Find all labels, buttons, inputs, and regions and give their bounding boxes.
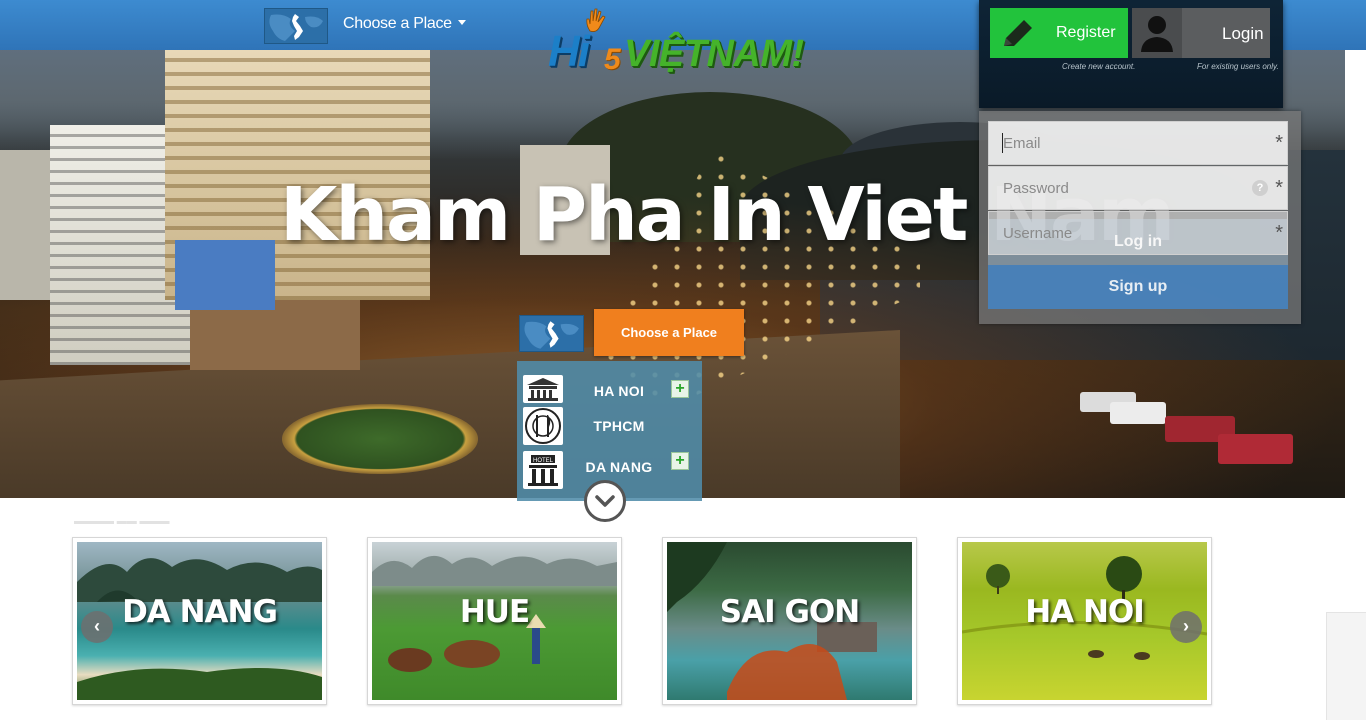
required-mark: * <box>1275 132 1283 154</box>
carousel-next-button[interactable]: › <box>1170 611 1202 643</box>
destination-label: SAI GON <box>719 594 860 630</box>
page-edge <box>1345 50 1366 500</box>
sign-up-button[interactable]: Sign up <box>988 265 1288 309</box>
choose-place-button[interactable]: Choose a Place <box>594 309 744 356</box>
logo-vietnam: VIỆTNAM! <box>624 33 804 75</box>
hero-roundabout <box>282 404 478 474</box>
page: Choose a Place Hi 5 VIỆTNAM! Kham Pha In… <box>0 0 1366 720</box>
account-panel: Register Login Create new account. For e… <box>979 0 1283 108</box>
password-field[interactable]: Password ? * <box>988 166 1288 210</box>
email-field[interactable]: Email * <box>988 121 1288 165</box>
user-silhouette-icon <box>1141 16 1173 52</box>
help-icon[interactable]: ? <box>1252 180 1268 196</box>
hero-billboard <box>175 240 275 310</box>
login-label: Login <box>1222 24 1264 43</box>
place-name: HA NOI <box>593 383 645 399</box>
login-form: Email * Password ? * Log in Username * S… <box>979 111 1301 324</box>
hotel-icon: HOTEL <box>523 451 563 489</box>
add-icon[interactable]: + <box>671 380 689 398</box>
login-button[interactable]: Login <box>1132 8 1270 58</box>
site-logo[interactable]: Hi 5 VIỆTNAM! <box>548 5 858 79</box>
login-hint: For existing users only. <box>1197 62 1279 71</box>
hero-bus <box>1110 402 1166 424</box>
hero-building <box>0 150 55 300</box>
section-heading-faint: ▬▬▬▬ ▬▬ ▬▬▬ <box>74 516 170 527</box>
required-mark: * <box>1275 222 1283 244</box>
choose-place-label: Choose a Place <box>343 15 452 32</box>
svg-text:HOTEL: HOTEL <box>533 458 554 464</box>
chevron-down-circle-icon[interactable] <box>584 480 626 522</box>
landmark-icon <box>523 375 563 403</box>
carousel-prev-button[interactable]: ‹ <box>81 611 113 643</box>
email-placeholder: Email <box>1003 135 1041 152</box>
destination-card[interactable]: SAI GON <box>662 537 917 705</box>
restaurant-icon <box>523 407 563 445</box>
hero-bus <box>1218 434 1293 464</box>
password-placeholder: Password <box>1003 180 1069 197</box>
place-item-tphcm[interactable]: TPHCM <box>517 407 702 447</box>
choose-place-dropdown[interactable]: Choose a Place <box>343 15 466 33</box>
hero-building <box>190 300 360 370</box>
logo-five: 5 <box>604 43 621 76</box>
vietnam-map-icon[interactable] <box>519 315 584 352</box>
place-name: TPHCM <box>593 418 645 434</box>
register-hint: Create new account. <box>1062 62 1136 71</box>
place-name: DA NANG <box>585 459 653 475</box>
username-field[interactable]: Username * <box>988 211 1288 255</box>
add-icon[interactable]: + <box>671 452 689 470</box>
destination-card[interactable]: HUE <box>367 537 622 705</box>
caret-down-icon <box>457 20 466 25</box>
pencil-icon <box>1004 20 1032 46</box>
login-icon-box <box>1132 8 1182 58</box>
destination-label: HUE <box>459 594 530 630</box>
username-placeholder: Username <box>1003 225 1073 242</box>
logo-hi: Hi <box>548 27 590 76</box>
page-gutter <box>1326 612 1366 720</box>
register-label: Register <box>1056 24 1116 41</box>
required-mark: * <box>1275 177 1283 199</box>
vietnam-map-icon[interactable] <box>264 8 328 44</box>
register-button[interactable]: Register <box>990 8 1128 58</box>
